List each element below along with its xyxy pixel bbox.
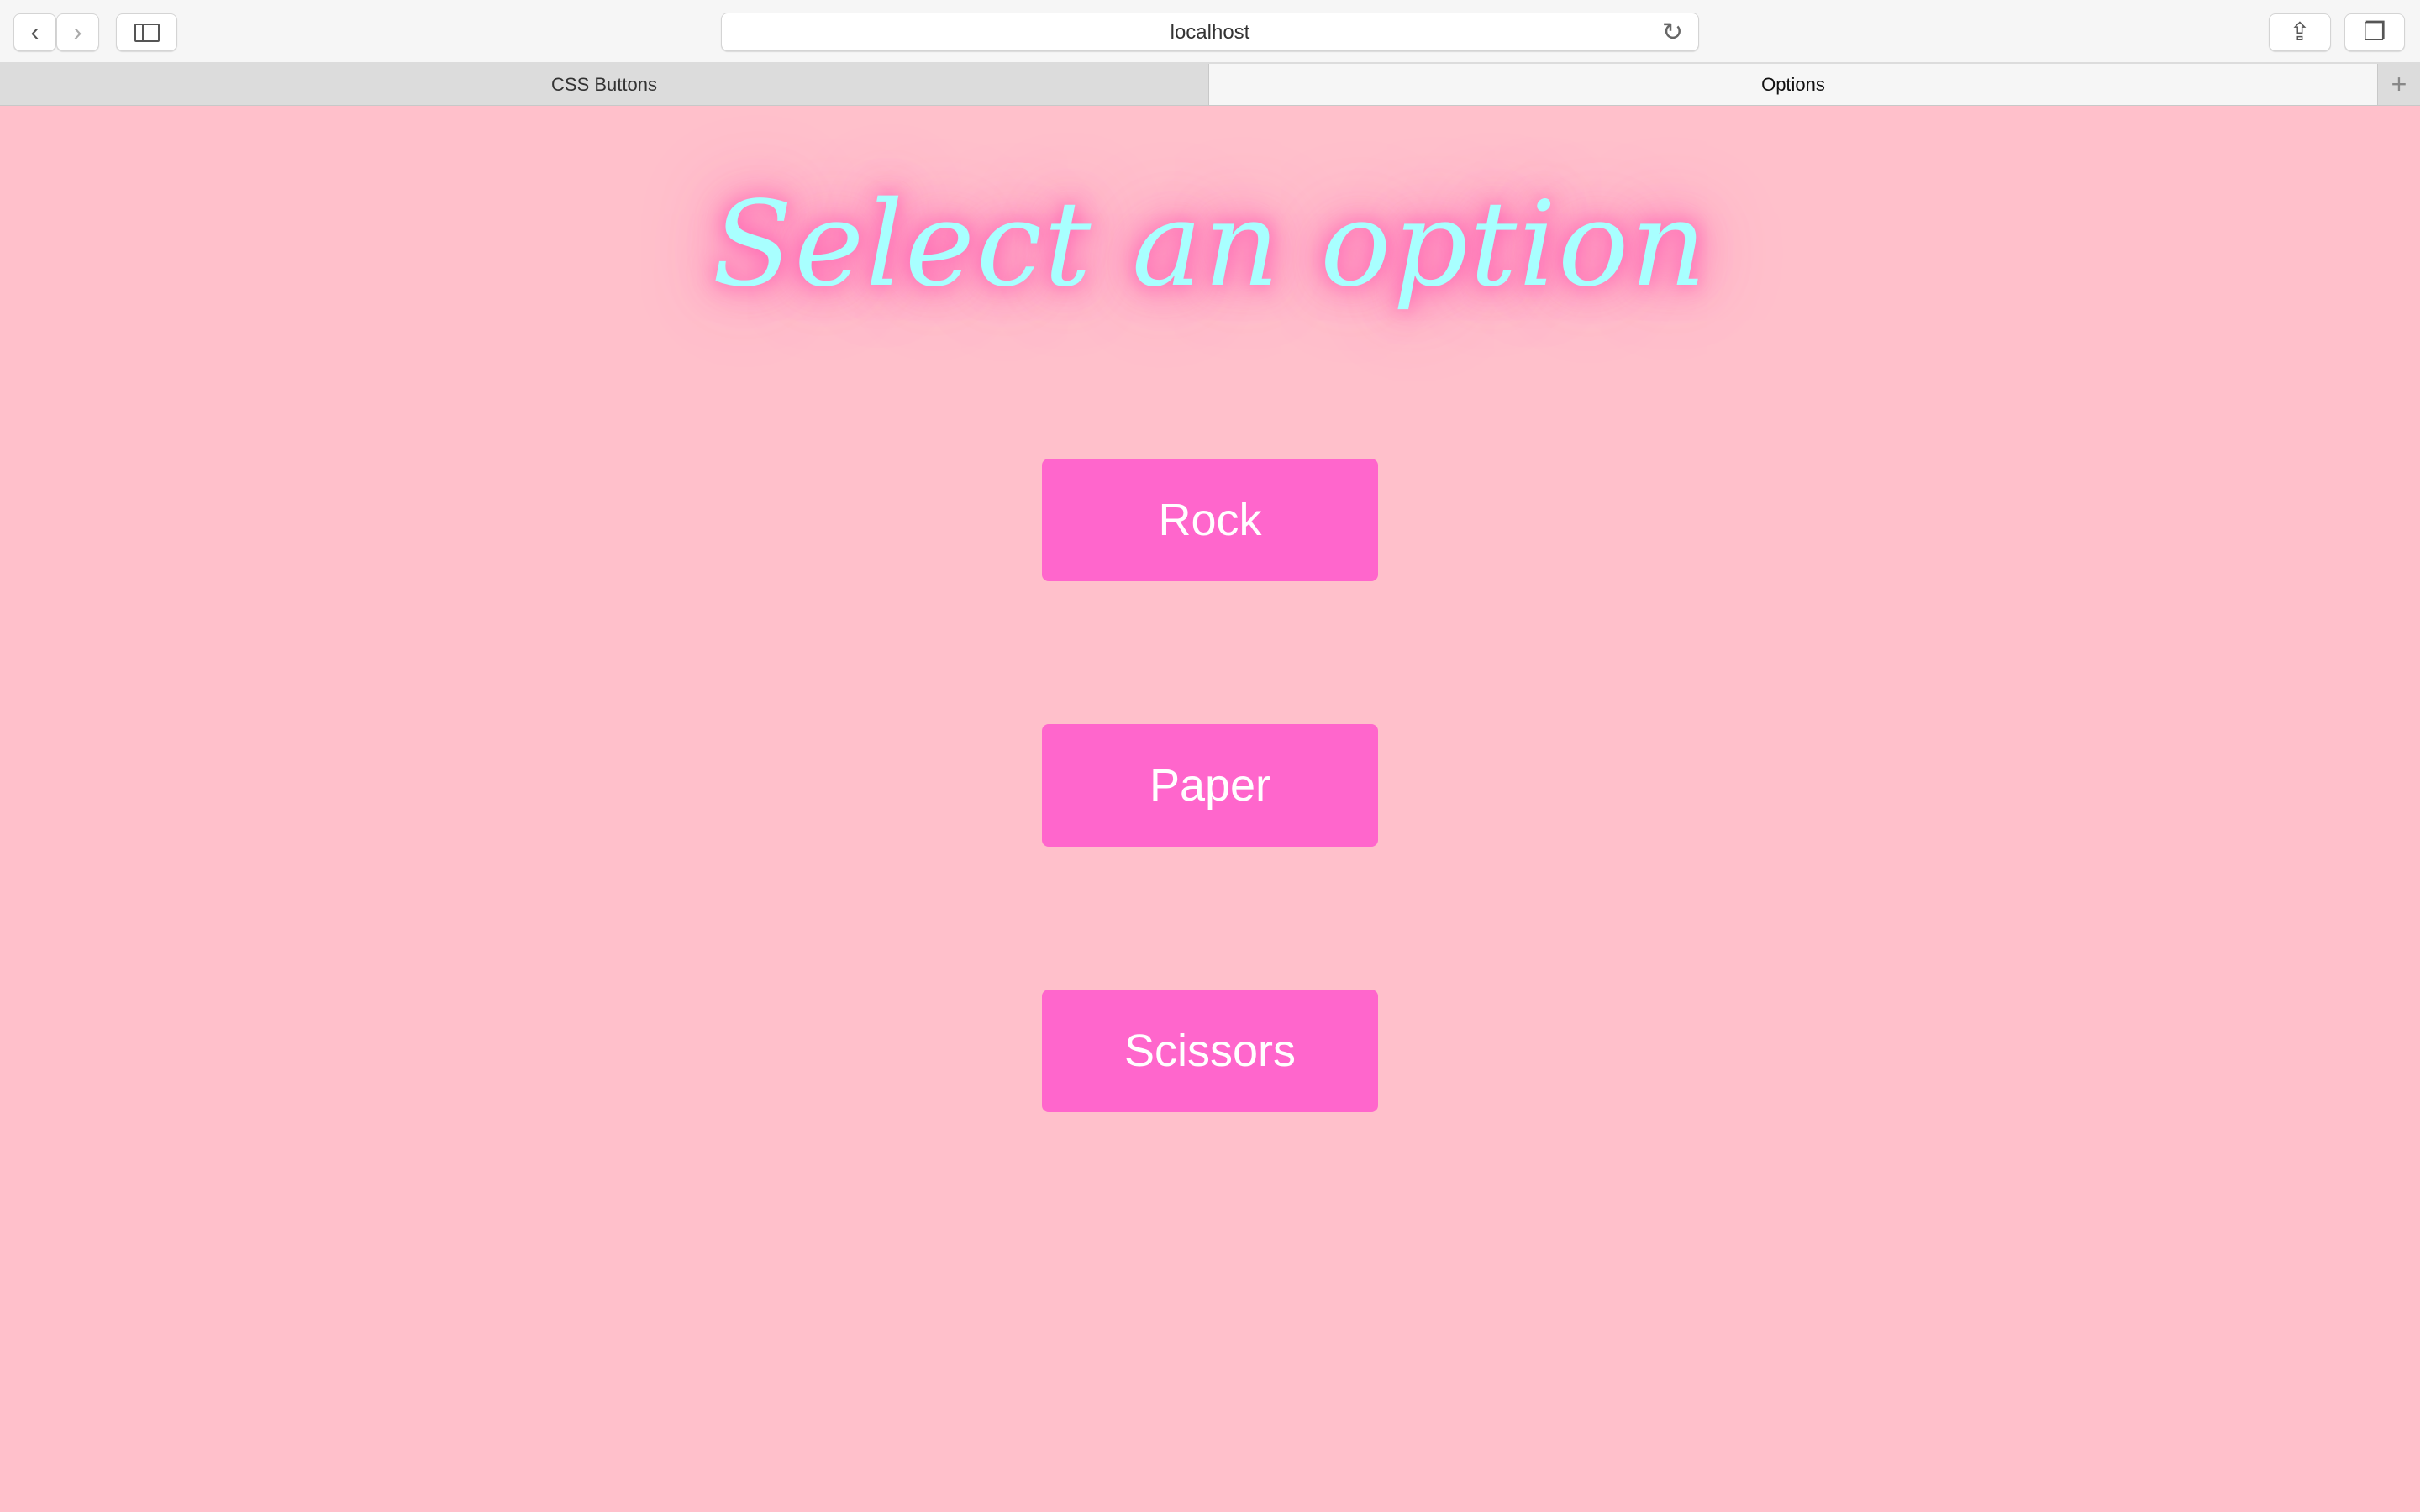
sidebar-icon [134, 23, 160, 42]
address-bar[interactable]: localhost ↻ [721, 13, 1699, 51]
page-title: Select an option [712, 176, 1708, 313]
rock-button[interactable]: Rock [1042, 459, 1378, 581]
tab-css-buttons[interactable]: CSS Buttons [0, 64, 1208, 105]
browser-toolbar: ‹ › localhost ↻ ⇪ ❐ [0, 0, 2420, 64]
tabs-overview-icon: ❐ [2363, 18, 2386, 46]
paper-button[interactable]: Paper [1042, 724, 1378, 847]
chevron-left-icon: ‹ [30, 18, 39, 46]
tab-label: CSS Buttons [551, 73, 657, 95]
url-text: localhost [1170, 21, 1250, 44]
reload-icon[interactable]: ↻ [1662, 18, 1683, 47]
tab-options[interactable]: Options [1208, 64, 2378, 105]
plus-icon: + [2391, 69, 2407, 99]
back-button[interactable]: ‹ [13, 13, 56, 51]
show-tabs-button[interactable]: ❐ [2344, 13, 2405, 51]
share-button[interactable]: ⇪ [2269, 13, 2331, 51]
sidebar-button[interactable] [116, 13, 177, 51]
forward-button[interactable]: › [56, 13, 99, 51]
tab-bar: CSS Buttons Options + [0, 64, 2420, 106]
chevron-right-icon: › [73, 18, 82, 46]
share-icon: ⇪ [2289, 18, 2311, 46]
new-tab-button[interactable]: + [2378, 64, 2420, 105]
tab-label: Options [1761, 73, 1825, 95]
scissors-button[interactable]: Scissors [1042, 990, 1378, 1112]
